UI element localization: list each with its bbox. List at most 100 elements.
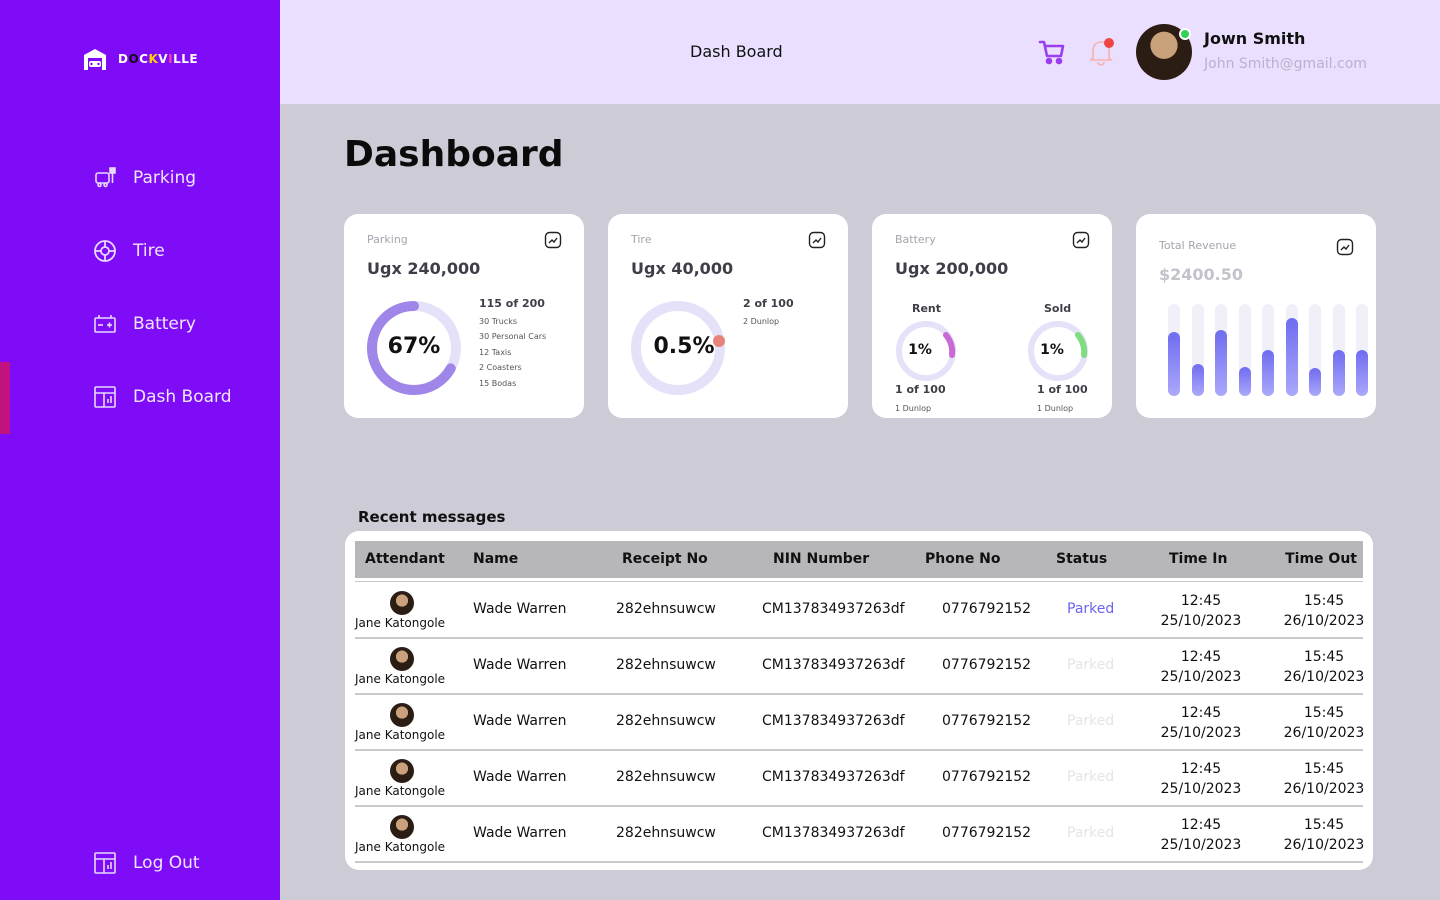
nin-cell: CM137834937263df [762, 657, 905, 673]
column-header[interactable]: NIN Number [773, 551, 869, 567]
table-row[interactable]: Jane Katongole Wade Warren 282ehnsuwcw CM13… [355, 639, 1364, 695]
sold-label: Sold [1044, 302, 1072, 315]
logo[interactable]: DOCKVILLE [82, 46, 198, 72]
notifications-button[interactable] [1088, 38, 1114, 66]
header-title: Dash Board [690, 42, 783, 61]
column-header[interactable]: Time Out [1285, 551, 1357, 567]
trend-icon[interactable] [544, 231, 562, 249]
time-out: 15:45 [1303, 705, 1345, 721]
sidebar-item-dashboard[interactable]: Dash Board [93, 385, 232, 409]
rent-count: 1 of 100 [895, 383, 946, 396]
top-header: Dash Board Jown Smith John Smith@gmail.c… [280, 0, 1440, 104]
rent-label: Rent [912, 302, 942, 315]
status-cell[interactable]: Parked [1067, 713, 1114, 729]
attendant-name: Jane Katongole [355, 784, 446, 798]
table-row[interactable]: Jane Katongole Wade Warren 282ehnsuwcw CM13… [355, 807, 1364, 863]
time-in-cell: 12:45 25/10/2023 [1151, 591, 1251, 631]
logout-button[interactable]: Log Out [93, 851, 200, 875]
name-cell: Wade Warren [473, 713, 567, 729]
trend-icon[interactable] [1072, 231, 1090, 249]
attendant-name: Jane Katongole [355, 672, 446, 686]
sold-percent: 1% [1040, 342, 1064, 358]
column-header[interactable]: Status [1056, 551, 1107, 567]
time-in-cell: 12:45 25/10/2023 [1151, 647, 1251, 687]
sold-count: 1 of 100 [1037, 383, 1088, 396]
nin-cell: CM137834937263df [762, 825, 905, 841]
tire-card: Tire Ugx 40,000 0.5% 2 of 100 2 Dunlop [608, 214, 848, 418]
table-row[interactable]: Jane Katongole Wade Warren 282ehnsuwcw CM13… [355, 583, 1364, 639]
phone-cell: 0776792152 [942, 657, 1032, 673]
recent-messages-table: Attendant Name Receipt No NIN Number Pho… [345, 531, 1373, 870]
revenue-bar-track [1168, 304, 1180, 396]
date-in: 25/10/2023 [1160, 837, 1242, 853]
time-in: 12:45 [1180, 593, 1222, 609]
garage-car-icon [84, 49, 106, 70]
logout-icon [94, 852, 116, 874]
name-cell: Wade Warren [473, 657, 567, 673]
notification-dot [1104, 38, 1114, 48]
date-in: 25/10/2023 [1160, 725, 1242, 741]
revenue-card: Total Revenue $2400.50 [1136, 214, 1376, 418]
date-out: 26/10/2023 [1283, 725, 1365, 741]
phone-cell: 0776792152 [942, 825, 1032, 841]
page-title: Dashboard [344, 134, 564, 175]
attendant-avatar [390, 703, 414, 727]
sidebar-item-label: Tire [133, 241, 165, 261]
time-out: 15:45 [1303, 593, 1345, 609]
attendant-avatar [390, 591, 414, 615]
revenue-bar-track [1215, 304, 1227, 396]
name-cell: Wade Warren [473, 825, 567, 841]
column-header[interactable]: Phone No [925, 551, 1001, 567]
user-email: John Smith@gmail.com [1204, 56, 1367, 72]
sidebar-item-battery[interactable]: Battery [93, 312, 196, 336]
status-cell[interactable]: Parked [1067, 825, 1114, 841]
date-out: 26/10/2023 [1283, 669, 1365, 685]
sidebar-item-tire[interactable]: Tire [93, 239, 165, 263]
table-row[interactable]: Jane Katongole Wade Warren 282ehnsuwcw CM13… [355, 695, 1364, 751]
tire-icon [94, 240, 116, 262]
receipt-cell: 282ehnsuwcw [616, 657, 716, 673]
receipt-cell: 282ehnsuwcw [616, 713, 716, 729]
nin-cell: CM137834937263df [762, 601, 905, 617]
revenue-bar [1356, 350, 1368, 396]
revenue-bar [1168, 332, 1180, 396]
parking-stat-line: 30 Personal Cars [479, 332, 547, 341]
time-in: 12:45 [1180, 817, 1222, 833]
status-cell[interactable]: Parked [1067, 601, 1114, 617]
column-header[interactable]: Time In [1169, 551, 1227, 567]
trend-icon[interactable] [1336, 238, 1354, 256]
column-header[interactable]: Name [473, 551, 518, 567]
time-in-cell: 12:45 25/10/2023 [1151, 759, 1251, 799]
table-row[interactable]: Jane Katongole Wade Warren 282ehnsuwcw CM13… [355, 751, 1364, 807]
column-header[interactable]: Attendant [365, 551, 445, 567]
brand-name: DOCKVILLE [118, 52, 199, 66]
online-status-dot [1179, 28, 1191, 40]
parking-percent: 67% [387, 334, 441, 359]
revenue-bar-track [1262, 304, 1274, 396]
revenue-bar [1285, 318, 1298, 396]
table-bottom-divider [355, 862, 1363, 863]
parking-card: Parking Ugx 240,000 67% 115 of 200 30 Tr… [344, 214, 584, 418]
parking-stat-line: 30 Trucks [479, 317, 517, 326]
phone-cell: 0776792152 [942, 769, 1032, 785]
dashboard-icon [94, 386, 116, 408]
sidebar-item-parking[interactable]: Parking [93, 166, 196, 190]
header-divider [355, 581, 1363, 582]
attendant-avatar [390, 815, 414, 839]
revenue-bar-track [1309, 304, 1321, 396]
column-header[interactable]: Receipt No [622, 551, 708, 567]
time-in-cell: 12:45 25/10/2023 [1151, 815, 1251, 855]
revenue-bar-track [1285, 304, 1298, 396]
date-out: 26/10/2023 [1283, 613, 1365, 629]
revenue-bar-track [1332, 304, 1345, 396]
status-cell[interactable]: Parked [1067, 769, 1114, 785]
receipt-cell: 282ehnsuwcw [616, 601, 716, 617]
tire-summary: 2 of 100 [743, 297, 794, 310]
cart-icon[interactable] [1038, 38, 1066, 66]
parking-icon [95, 167, 116, 188]
status-cell[interactable]: Parked [1067, 657, 1114, 673]
trend-icon[interactable] [808, 231, 826, 249]
sidebar-item-label: Battery [133, 314, 196, 334]
sidebar: DOCKVILLE Parking Tire Battery Dash Boar… [0, 0, 280, 900]
time-out-cell: 15:45 26/10/2023 [1274, 591, 1374, 631]
